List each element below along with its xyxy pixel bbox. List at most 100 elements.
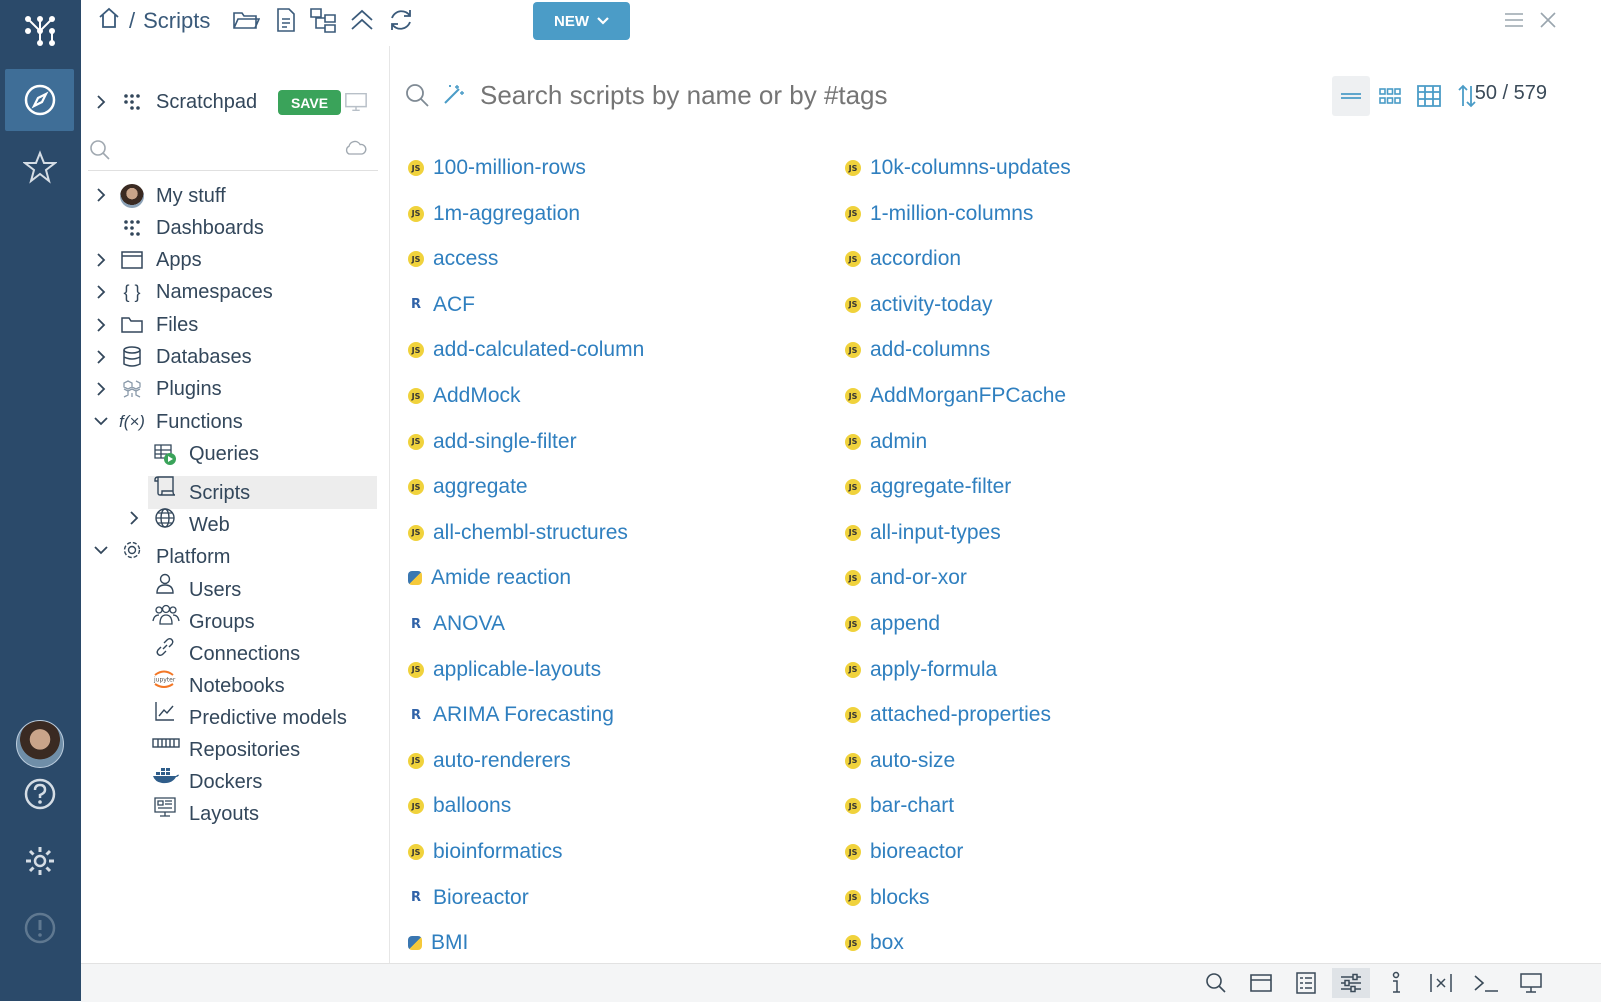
cloud-icon[interactable] bbox=[343, 136, 367, 160]
new-button[interactable]: NEW bbox=[533, 2, 630, 40]
script-name[interactable]: ARIMA Forecasting bbox=[433, 703, 614, 727]
browse-compass-icon[interactable] bbox=[5, 69, 74, 131]
datagrok-logo-icon[interactable] bbox=[5, 0, 74, 62]
script-item[interactable]: JS blocks bbox=[845, 884, 930, 912]
script-name[interactable]: aggregate bbox=[433, 475, 528, 499]
script-name[interactable]: accordion bbox=[870, 247, 961, 271]
script-name[interactable]: box bbox=[870, 931, 904, 955]
script-name[interactable]: AddMorganFPCache bbox=[870, 384, 1066, 408]
script-name[interactable]: append bbox=[870, 612, 940, 636]
script-item[interactable]: JS bioreactor bbox=[845, 838, 963, 866]
tree-item-layouts[interactable]: Layouts bbox=[189, 798, 259, 830]
script-item[interactable]: JS aggregate bbox=[408, 473, 528, 501]
script-item[interactable]: JS add-calculated-column bbox=[408, 336, 644, 364]
script-name[interactable]: all-chembl-structures bbox=[433, 521, 628, 545]
tree-item-databases[interactable]: Databases bbox=[156, 341, 252, 373]
script-item[interactable]: JS add-single-filter bbox=[408, 428, 577, 456]
properties-icon[interactable] bbox=[1287, 968, 1325, 998]
tree-item-users[interactable]: Users bbox=[189, 574, 241, 606]
settings-gear-icon[interactable] bbox=[5, 830, 74, 892]
tree-item-files[interactable]: Files bbox=[156, 309, 198, 341]
script-name[interactable]: attached-properties bbox=[870, 703, 1051, 727]
tile-view-icon[interactable] bbox=[1371, 76, 1409, 116]
tree-item-apps[interactable]: Apps bbox=[156, 244, 202, 276]
favorites-star-icon[interactable] bbox=[5, 136, 74, 198]
home-icon[interactable] bbox=[97, 6, 121, 36]
script-item[interactable]: JS aggregate-filter bbox=[845, 473, 1011, 501]
script-item[interactable]: Amide reaction bbox=[408, 564, 571, 592]
script-item[interactable]: JS all-chembl-structures bbox=[408, 519, 628, 547]
script-name[interactable]: 10k-columns-updates bbox=[870, 156, 1071, 180]
script-name[interactable]: applicable-layouts bbox=[433, 658, 601, 682]
search-input[interactable] bbox=[478, 74, 1282, 116]
tree-item-predictive-models[interactable]: Predictive models bbox=[189, 702, 347, 734]
script-item[interactable]: R ACF bbox=[408, 291, 475, 319]
alert-icon[interactable] bbox=[5, 897, 74, 959]
script-name[interactable]: blocks bbox=[870, 886, 930, 910]
console-icon[interactable] bbox=[1467, 968, 1505, 998]
menu-hamburger-icon[interactable] bbox=[1499, 5, 1529, 35]
chevron-down-icon[interactable] bbox=[93, 542, 109, 558]
script-name[interactable]: bar-chart bbox=[870, 794, 954, 818]
script-name[interactable]: auto-size bbox=[870, 749, 955, 773]
script-item[interactable]: JS bar-chart bbox=[845, 792, 954, 820]
refresh-icon[interactable] bbox=[386, 5, 416, 35]
script-name[interactable]: 100-million-rows bbox=[433, 156, 586, 180]
script-name[interactable]: admin bbox=[870, 430, 927, 454]
script-item[interactable]: BMI bbox=[408, 929, 468, 957]
script-name[interactable]: apply-formula bbox=[870, 658, 997, 682]
script-item[interactable]: JS activity-today bbox=[845, 291, 993, 319]
script-name[interactable]: 1-million-columns bbox=[870, 202, 1033, 226]
script-item[interactable]: JS and-or-xor bbox=[845, 564, 967, 592]
tree-item-scripts[interactable]: Scripts bbox=[189, 477, 250, 509]
script-item[interactable]: JS auto-renderers bbox=[408, 747, 571, 775]
tree-item-my-stuff[interactable]: My stuff bbox=[156, 180, 226, 212]
script-name[interactable]: access bbox=[433, 247, 498, 271]
script-name[interactable]: activity-today bbox=[870, 293, 993, 317]
script-item[interactable]: JS apply-formula bbox=[845, 656, 997, 684]
chevron-right-icon[interactable] bbox=[93, 317, 109, 333]
script-name[interactable]: bioinformatics bbox=[433, 840, 563, 864]
script-name[interactable]: auto-renderers bbox=[433, 749, 571, 773]
script-name[interactable]: bioreactor bbox=[870, 840, 963, 864]
scratchpad-label[interactable]: Scratchpad bbox=[156, 86, 257, 118]
script-item[interactable]: R ANOVA bbox=[408, 610, 505, 638]
tree-item-groups[interactable]: Groups bbox=[189, 606, 255, 638]
script-item[interactable]: JS all-input-types bbox=[845, 519, 1001, 547]
tree-search-input[interactable] bbox=[88, 134, 378, 171]
script-name[interactable]: and-or-xor bbox=[870, 566, 967, 590]
script-item[interactable]: JS access bbox=[408, 245, 498, 273]
window-icon[interactable] bbox=[1242, 968, 1280, 998]
script-item[interactable]: JS AddMock bbox=[408, 382, 521, 410]
script-name[interactable]: all-input-types bbox=[870, 521, 1001, 545]
script-name[interactable]: 1m-aggregation bbox=[433, 202, 580, 226]
script-name[interactable]: BMI bbox=[431, 931, 468, 955]
script-name[interactable]: AddMock bbox=[433, 384, 521, 408]
presentation-icon[interactable] bbox=[1512, 968, 1550, 998]
tree-item-web[interactable]: Web bbox=[189, 509, 230, 541]
script-item[interactable]: JS 1m-aggregation bbox=[408, 200, 580, 228]
script-item[interactable]: JS applicable-layouts bbox=[408, 656, 601, 684]
script-name[interactable]: add-columns bbox=[870, 338, 990, 362]
save-button[interactable]: SAVE bbox=[278, 90, 341, 115]
script-item[interactable]: JS attached-properties bbox=[845, 701, 1051, 729]
user-avatar[interactable] bbox=[16, 720, 64, 768]
list-view-icon[interactable] bbox=[1332, 76, 1370, 116]
chevron-down-icon[interactable] bbox=[93, 413, 109, 429]
tree-item-queries[interactable]: Queries bbox=[189, 438, 259, 470]
close-icon[interactable] bbox=[1533, 5, 1563, 35]
script-name[interactable]: Bioreactor bbox=[433, 886, 529, 910]
info-icon[interactable] bbox=[1377, 968, 1415, 998]
chevron-right-icon[interactable] bbox=[93, 94, 109, 110]
script-name[interactable]: balloons bbox=[433, 794, 511, 818]
script-name[interactable]: ACF bbox=[433, 293, 475, 317]
help-icon[interactable] bbox=[5, 763, 74, 825]
tree-view-icon[interactable] bbox=[308, 5, 338, 35]
script-name[interactable]: add-single-filter bbox=[433, 430, 577, 454]
script-name[interactable]: Amide reaction bbox=[431, 566, 571, 590]
script-item[interactable]: JS add-columns bbox=[845, 336, 990, 364]
chevron-right-icon[interactable] bbox=[93, 252, 109, 268]
script-item[interactable]: JS auto-size bbox=[845, 747, 955, 775]
chevron-right-icon[interactable] bbox=[126, 510, 142, 526]
script-item[interactable]: R ARIMA Forecasting bbox=[408, 701, 614, 729]
